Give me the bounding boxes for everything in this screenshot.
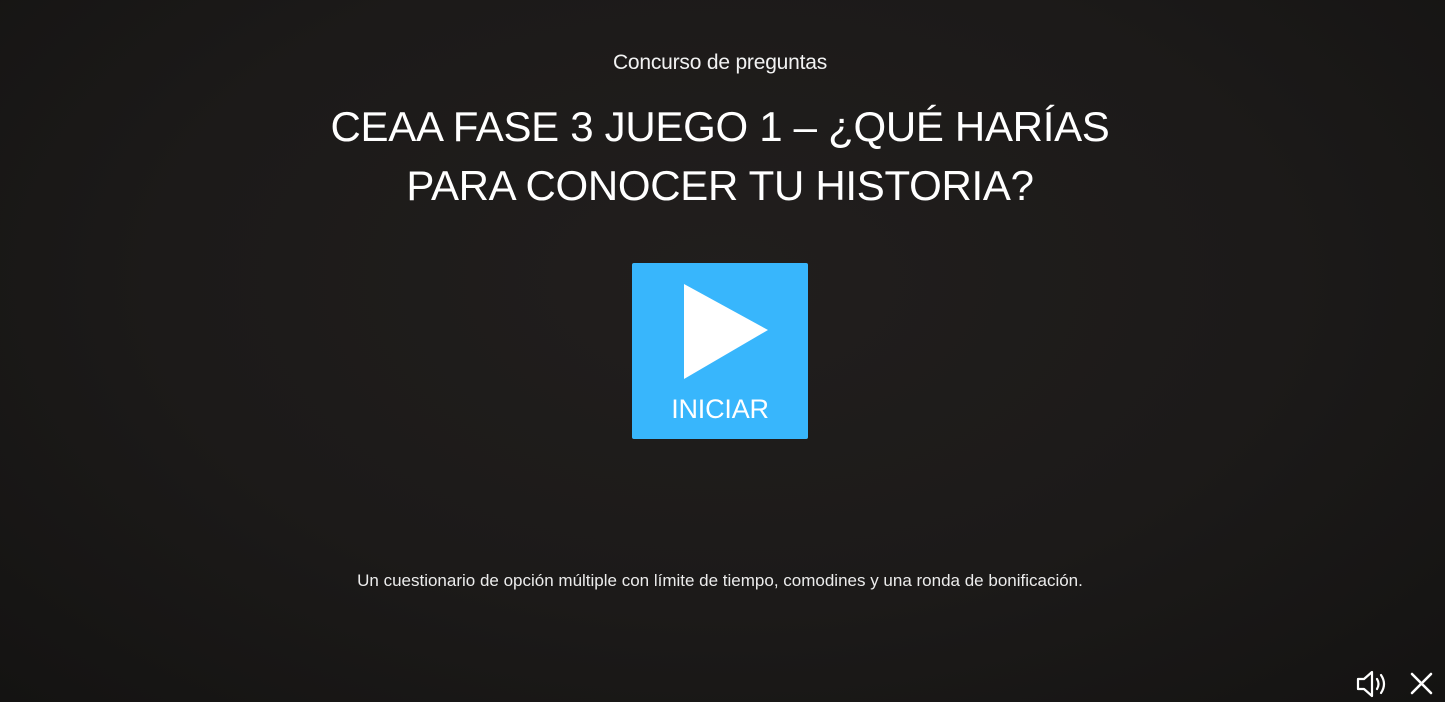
title-line-1: CEAA FASE 3 JUEGO 1 – ¿QUÉ HARÍAS bbox=[330, 103, 1110, 150]
quiz-description: Un cuestionario de opción múltiple con l… bbox=[357, 571, 1083, 590]
quiz-type-label: Concurso de preguntas bbox=[612, 51, 828, 74]
play-icon bbox=[684, 284, 768, 379]
speaker-icon bbox=[1356, 670, 1386, 698]
page-title: CEAA FASE 3 JUEGO 1 – ¿QUÉ HARÍAS PARA C… bbox=[320, 97, 1120, 215]
close-button[interactable] bbox=[1405, 668, 1439, 700]
title-line-2: PARA CONOCER TU HISTORIA? bbox=[406, 162, 1034, 209]
start-button[interactable]: INICIAR bbox=[632, 263, 808, 439]
close-icon bbox=[1410, 672, 1433, 695]
start-button-label: INICIAR bbox=[671, 394, 769, 424]
sound-toggle-button[interactable] bbox=[1355, 668, 1389, 700]
quiz-start-screen: { "header": { "subtitle": "Concurso de p… bbox=[0, 0, 1445, 702]
